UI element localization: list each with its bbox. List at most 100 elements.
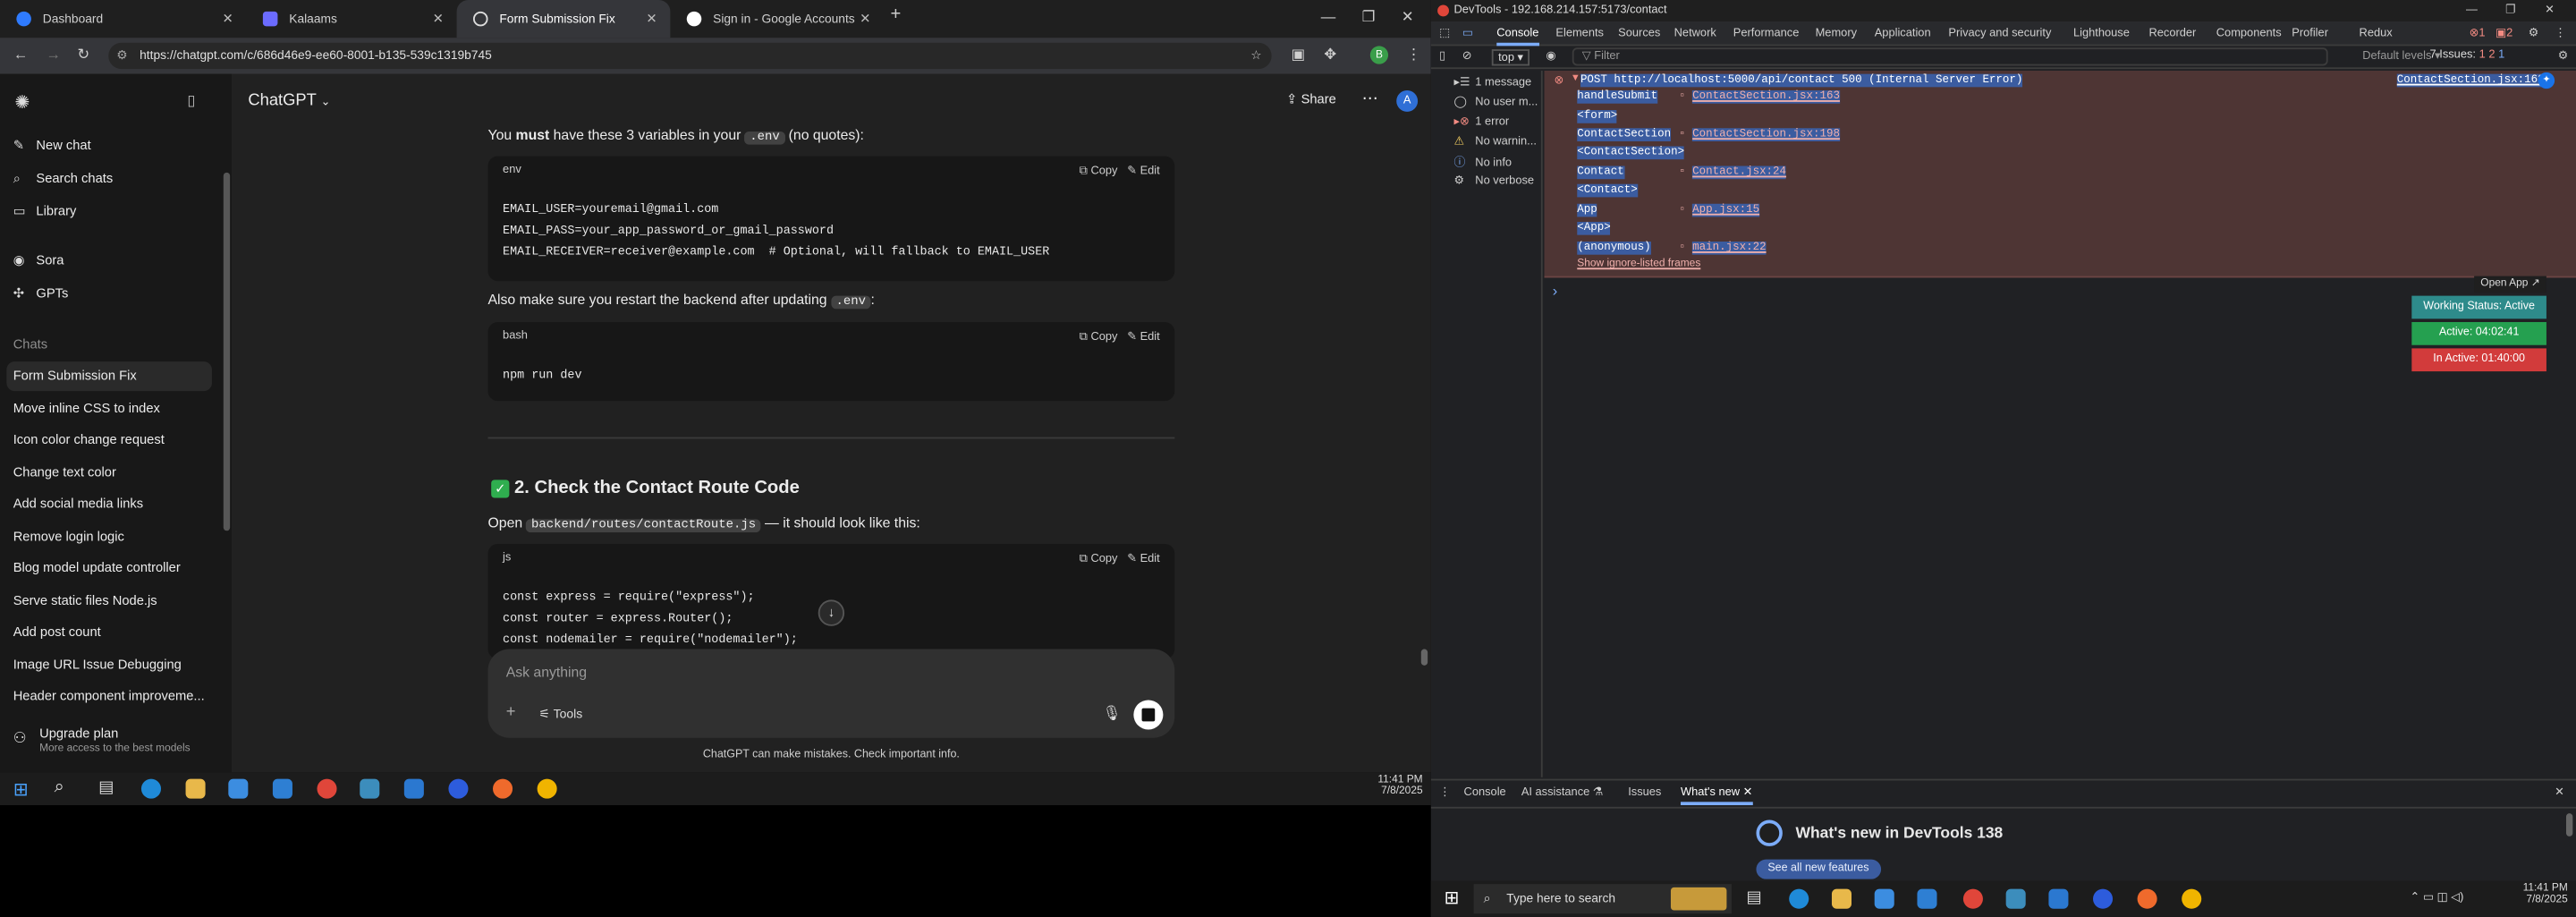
tab-elements[interactable]: Elements <box>1555 21 1604 47</box>
copy-button[interactable]: ⧉ Copy <box>1080 166 1118 178</box>
search-chats-button[interactable]: ⌕ Search chats <box>13 165 113 194</box>
tab-kalaams[interactable]: Kalaams ✕ <box>247 0 457 38</box>
windows-start-icon[interactable]: ⊞ <box>13 779 29 800</box>
mail-icon[interactable] <box>272 778 292 799</box>
chrome-icon[interactable] <box>1962 888 1983 909</box>
filter-info[interactable]: ⓘ No info <box>1454 155 1513 171</box>
stack-link[interactable]: Contact.jsx:24 <box>1692 166 1787 180</box>
filter-warnings[interactable]: ⚠ No warnin... <box>1454 135 1537 148</box>
issues-counter[interactable]: 7 Issues: 1 2 1 <box>2430 49 2505 61</box>
extensions-puzzle-icon[interactable]: ✥ <box>1324 46 1336 64</box>
windows-start-icon[interactable]: ⊞ <box>1444 887 1459 909</box>
tab-form-submission-fix[interactable]: Form Submission Fix ✕ <box>456 0 671 38</box>
edit-button[interactable]: ✎ Edit <box>1127 332 1160 344</box>
taskbar-search-box[interactable]: ⌕ Type here to search <box>1473 884 1732 914</box>
filter-user-messages[interactable]: ◯ No user m... <box>1454 96 1538 108</box>
console-filter-input[interactable]: ▽ Filter <box>1572 47 2328 66</box>
openai-logo-icon[interactable]: ✺ <box>15 92 30 114</box>
minimize-icon[interactable]: — <box>1321 8 1336 24</box>
tab-profiler[interactable]: Profiler <box>2292 21 2328 47</box>
vscode-icon[interactable] <box>2048 888 2069 909</box>
chat-item[interactable]: Image URL Issue Debugging <box>0 650 212 680</box>
drawer-tab-whats-new[interactable]: What's new ✕ <box>1680 780 1753 806</box>
restore-icon[interactable]: ❐ <box>1362 8 1376 26</box>
stack-link[interactable]: ContactSection.jsx:163 <box>1692 90 1840 104</box>
close-icon[interactable]: ✕ <box>2545 0 2555 21</box>
file-explorer-icon[interactable] <box>185 778 206 799</box>
log-levels-dropdown[interactable]: Default levels ▾ <box>2362 49 2440 63</box>
tab-performance[interactable]: Performance <box>1733 21 1800 47</box>
share-button[interactable]: ⇪ Share <box>1286 92 1336 107</box>
warn-count-badge[interactable]: ▣2 <box>2496 21 2512 47</box>
stack-link[interactable]: App.jsx:15 <box>1692 203 1760 217</box>
new-chat-button[interactable]: ✎ New chat <box>13 132 91 161</box>
address-bar[interactable]: ⚙ https://chatgpt.com/c/686d46e9-ee60-80… <box>108 42 1272 70</box>
expand-triangle-icon[interactable]: ▼ <box>1571 74 1580 84</box>
drawer-tab-ai-assistance[interactable]: AI assistance ⚗ <box>1521 780 1604 805</box>
tab-recorder[interactable]: Recorder <box>2148 21 2196 47</box>
close-tab-icon[interactable]: ✕ <box>860 0 870 38</box>
tab-components[interactable]: Components <box>2216 21 2282 47</box>
site-info-icon[interactable]: ⚙ <box>116 43 127 69</box>
zoom-icon[interactable] <box>448 778 469 799</box>
error-source-link[interactable]: ContactSection.jsx:163 <box>2396 73 2545 88</box>
microphone-icon[interactable]: 🎙 <box>1102 705 1121 723</box>
model-selector[interactable]: ChatGPT ⌄ <box>248 92 330 110</box>
drawer-tab-console[interactable]: Console <box>1464 780 1506 805</box>
edit-button[interactable]: ✎ Edit <box>1127 166 1160 178</box>
profile-avatar[interactable]: B <box>1369 46 1389 64</box>
device-toolbar-icon[interactable]: ▭ <box>1462 21 1473 47</box>
bookmark-star-icon[interactable]: ☆ <box>1250 43 1261 69</box>
app-icon[interactable] <box>2005 888 2026 909</box>
window-close-icon[interactable]: ✕ <box>1402 8 1414 26</box>
filter-verbose[interactable]: ⚙ No verbose <box>1454 174 1535 188</box>
chat-item[interactable]: Remove login logic <box>0 522 212 552</box>
close-tab-icon[interactable]: ✕ <box>646 0 657 38</box>
copy-button[interactable]: ⧉ Copy <box>1080 332 1118 344</box>
tab-network[interactable]: Network <box>1674 21 1716 47</box>
stack-link[interactable]: ContactSection.jsx:198 <box>1692 128 1840 141</box>
mail-icon[interactable] <box>1917 888 1937 909</box>
zoom-icon[interactable] <box>2093 888 2114 909</box>
chat-item[interactable]: Change text color <box>0 458 212 488</box>
clear-console-icon[interactable]: ⊘ <box>1462 49 1472 63</box>
minimize-icon[interactable]: — <box>2466 0 2478 21</box>
chat-item-form-submission-fix[interactable]: Form Submission Fix <box>6 361 212 392</box>
tools-button[interactable]: ⚟ Tools <box>538 707 582 722</box>
filter-errors[interactable]: ▸⊗ 1 error <box>1454 115 1510 128</box>
store-icon[interactable] <box>1874 888 1894 909</box>
tab-redux[interactable]: Redux <box>2360 21 2393 47</box>
edge-icon[interactable] <box>140 778 162 799</box>
reload-icon[interactable]: ↻ <box>77 46 89 64</box>
tab-dashboard[interactable]: Dashboard ✕ <box>0 0 247 38</box>
console-prompt[interactable]: › <box>1553 283 1558 299</box>
show-ignore-listed-link[interactable]: Show ignore-listed frames <box>1577 258 1700 269</box>
extension-icon[interactable]: ▣ <box>1292 46 1306 64</box>
ai-explain-icon[interactable]: ✦ <box>2538 72 2555 89</box>
error-count-badge[interactable]: ⊗1 <box>2470 21 2486 47</box>
edit-button[interactable]: ✎ Edit <box>1127 554 1160 565</box>
tab-google-signin[interactable]: Sign in - Google Accounts ✕ <box>670 0 884 38</box>
file-explorer-icon[interactable] <box>1831 888 1852 909</box>
tab-sources[interactable]: Sources <box>1618 21 1660 47</box>
chat-item[interactable]: Icon color change request <box>0 426 212 455</box>
app-icon[interactable] <box>360 778 380 799</box>
chat-item[interactable]: Serve static files Node.js <box>0 587 212 616</box>
chat-item[interactable]: Blog model update controller <box>0 554 212 583</box>
see-all-features-button[interactable]: See all new features <box>1756 859 1881 879</box>
prompt-input[interactable]: Ask anything <box>506 664 587 680</box>
drawer-menu-icon[interactable]: ⋮ <box>1439 780 1451 805</box>
tab-memory[interactable]: Memory <box>1816 21 1857 47</box>
system-tray-icons[interactable]: ⌃ ▭ ◫ ◁) <box>2410 891 2463 904</box>
tab-privacy-security[interactable]: Privacy and security <box>1948 21 2051 47</box>
chrome-canary-icon[interactable] <box>537 778 557 799</box>
task-view-icon[interactable]: ▤ <box>1746 889 1761 907</box>
tab-application[interactable]: Application <box>1875 21 1931 47</box>
sora-button[interactable]: ◉ Sora <box>13 247 64 276</box>
search-icon[interactable]: ⌕ <box>55 777 64 799</box>
forward-icon[interactable]: → <box>46 46 61 62</box>
library-button[interactable]: ▭ Library <box>13 197 77 226</box>
chrome-menu-icon[interactable]: ⋮ <box>1406 46 1421 64</box>
add-attachment-icon[interactable]: + <box>506 703 516 721</box>
upgrade-plan-button[interactable]: ⚇ Upgrade plan More access to the best m… <box>13 726 219 762</box>
